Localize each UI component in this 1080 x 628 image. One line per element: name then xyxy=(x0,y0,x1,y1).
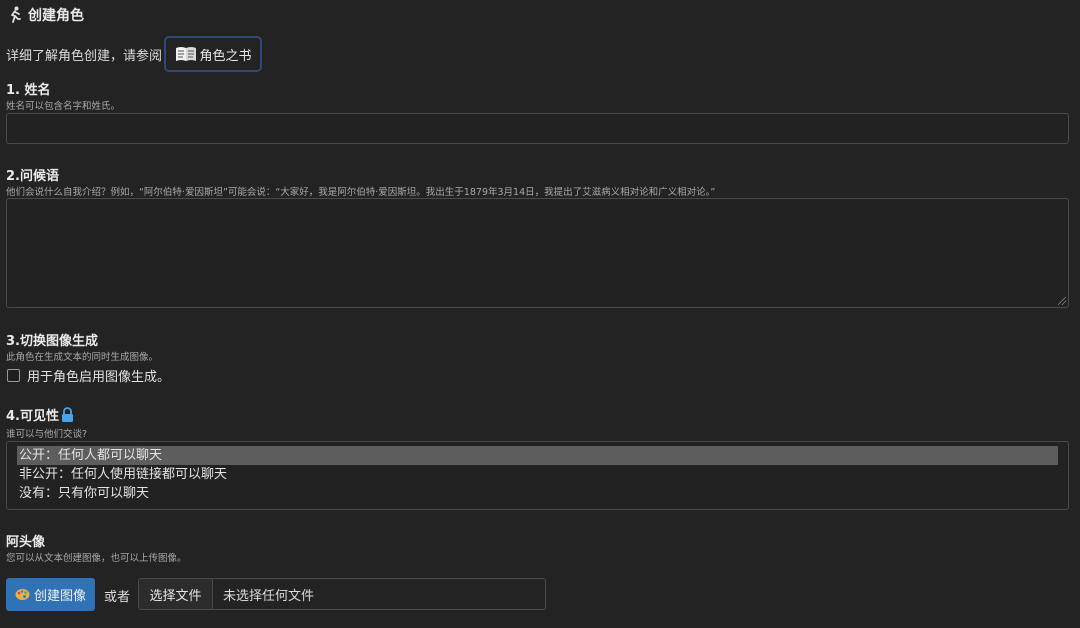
intro-text: 详细了解角色创建，请参阅 xyxy=(6,48,163,64)
name-label: 1. 姓名 xyxy=(6,83,51,98)
file-status-text: 未选择任何文件 xyxy=(223,588,315,604)
palette-icon xyxy=(15,589,30,600)
visibility-option-private[interactable]: 没有：只有你可以聊天 xyxy=(17,484,1058,503)
image-gen-hint: 此角色在生成文本的同时生成图像。 xyxy=(6,352,159,363)
image-gen-toggle[interactable]: 用于角色启用图像生成。 xyxy=(7,366,170,385)
greeting-textarea[interactable] xyxy=(6,198,1069,308)
choose-file-button[interactable]: 选择文件 xyxy=(139,579,213,609)
character-guide-label: 角色之书 xyxy=(199,48,252,64)
image-gen-checkbox[interactable] xyxy=(7,369,20,382)
resize-handle[interactable] xyxy=(1058,297,1066,305)
or-separator: 或者 xyxy=(104,590,131,605)
greeting-hint: 他们会说什么自我介绍？例如，“阿尔伯特·爱因斯坦”可能会说：“大家好，我是阿尔伯… xyxy=(6,187,716,198)
page-title: 创建角色 xyxy=(28,8,84,24)
visibility-option-public[interactable]: 公开：任何人都可以聊天 xyxy=(17,446,1058,465)
book-icon xyxy=(175,47,196,61)
create-character-page: 创建角色 详细了解角色创建，请参阅 角色之书 1. 姓名 姓名可以包含名字和姓氏… xyxy=(0,0,1080,628)
create-image-button[interactable]: 创建图像 xyxy=(6,578,95,611)
visibility-label-row: 4.可见性 xyxy=(6,405,74,424)
character-guide-button[interactable]: 角色之书 xyxy=(164,36,263,72)
file-upload-input[interactable]: 选择文件 未选择任何文件 xyxy=(138,578,546,610)
create-image-label: 创建图像 xyxy=(33,589,86,604)
runner-icon xyxy=(11,6,21,23)
intro-row: 详细了解角色创建，请参阅 角色之书 xyxy=(6,36,263,72)
name-hint: 姓名可以包含名字和姓氏。 xyxy=(6,101,121,112)
name-input[interactable] xyxy=(6,113,1069,144)
image-gen-label: 3.切换图像生成 xyxy=(6,334,98,349)
avatar-label: 阿头像 xyxy=(6,535,46,550)
visibility-listbox[interactable]: 公开：任何人都可以聊天 非公开：任何人使用链接都可以聊天 没有：只有你可以聊天 xyxy=(6,441,1069,510)
visibility-label: 4.可见性 xyxy=(6,409,59,424)
visibility-hint: 谁可以与他们交谈? xyxy=(6,429,88,440)
image-gen-checkbox-label: 用于角色启用图像生成。 xyxy=(27,370,171,385)
visibility-option-unlisted[interactable]: 非公开：任何人使用链接都可以聊天 xyxy=(17,465,1058,484)
greeting-label: 2.问候语 xyxy=(6,169,59,184)
avatar-hint: 您可以从文本创建图像，也可以上传图像。 xyxy=(6,553,187,564)
page-header: 创建角色 xyxy=(8,5,84,25)
lock-icon xyxy=(61,407,73,422)
